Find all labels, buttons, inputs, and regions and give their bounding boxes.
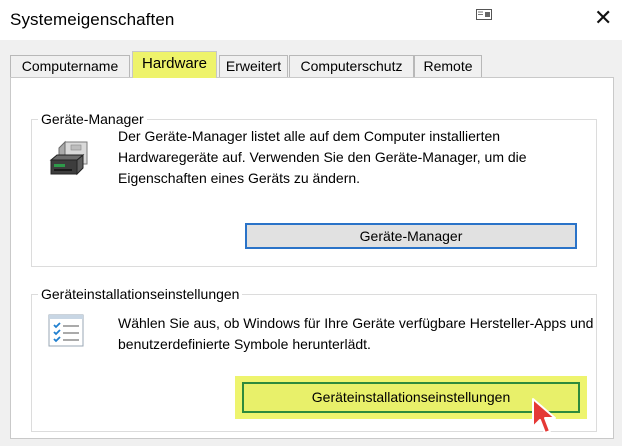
tab-strip: Computername Hardware Erweitert Computer… [0,40,622,78]
tab-hardware[interactable]: Hardware [132,51,217,78]
device-manager-description: Der Geräte-Manager listet alle auf dem C… [118,128,527,186]
device-installation-description: Wählen Sie aus, ob Windows für Ihre Gerä… [118,315,594,352]
device-installation-settings-button[interactable]: Geräteinstallationseinstellungen [242,382,580,413]
hardware-tab-panel: Geräte-Manager Der Geräte-Manager listet… [10,77,614,439]
device-manager-icon [47,138,91,180]
device-manager-button[interactable]: Geräte-Manager [245,223,577,249]
close-icon[interactable]: ✕ [594,7,612,31]
checklist-icon [47,314,85,348]
tab-erweitert[interactable]: Erweitert [219,55,288,77]
window-help-icon[interactable] [476,7,492,20]
tab-computername[interactable]: Computername [10,55,130,77]
device-installation-group-label: Geräteinstallationseinstellungen [38,285,243,303]
window-title: Systemeigenschaften [10,10,175,29]
tab-computerschutz[interactable]: Computerschutz [289,55,414,77]
mouse-cursor-icon [531,397,559,437]
title-bar: Systemeigenschaften ✕ [0,0,622,40]
tab-remote[interactable]: Remote [414,55,482,77]
